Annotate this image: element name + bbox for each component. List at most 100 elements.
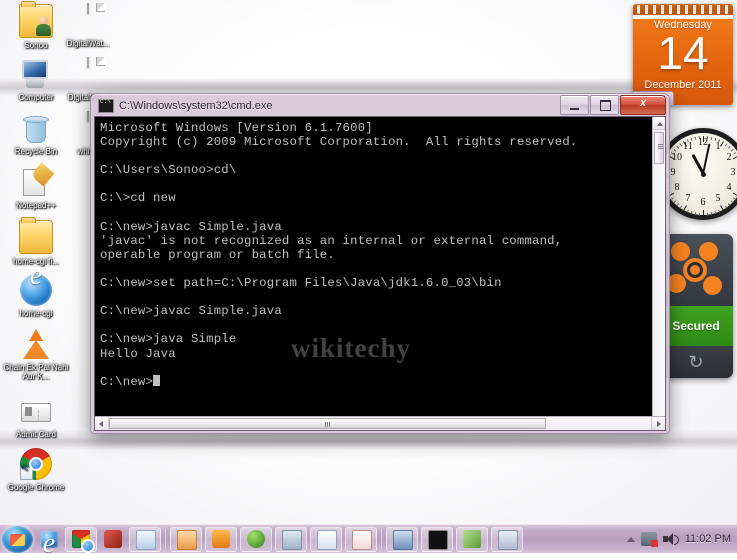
- taskbar-button-explorer[interactable]: [129, 526, 161, 552]
- taskbar-button-word-document[interactable]: [310, 526, 342, 552]
- start-button[interactable]: [2, 525, 33, 553]
- taskbar-separator: [165, 529, 167, 549]
- network-icon[interactable]: [640, 532, 658, 547]
- desktop-icon-home-cgi[interactable]: home-cgi: [3, 271, 69, 318]
- media-player-icon: [104, 530, 122, 548]
- taskbar[interactable]: 11:02 PM: [0, 524, 737, 560]
- scroll-up-arrow-icon[interactable]: [653, 117, 665, 130]
- browser-window-icon: [463, 530, 481, 548]
- computer-icon: [20, 58, 52, 90]
- taskbar-button-media-player[interactable]: [205, 526, 237, 552]
- cmd-title-bar[interactable]: C:\Windows\system32\cmd.exe x: [93, 95, 667, 116]
- window-controls: x: [559, 95, 666, 115]
- clock-tick: [730, 200, 734, 204]
- taskbar-separator: [381, 529, 383, 549]
- desktop-icon-digitalwat-1[interactable]: DigitalWat...: [55, 3, 121, 48]
- calendar-gadget[interactable]: Wednesday 14 December 2011 x: [633, 4, 733, 105]
- clock-tick: [694, 212, 697, 216]
- document-icon: [72, 57, 104, 90]
- card-document-icon: [20, 395, 52, 427]
- taskbar-button-remote-desktop[interactable]: [386, 526, 418, 552]
- google-chrome-icon: [20, 448, 52, 480]
- volume-icon[interactable]: [662, 532, 679, 546]
- word-document-icon: [317, 530, 337, 550]
- cmd-window-title: C:\Windows\system32\cmd.exe: [119, 100, 273, 112]
- vertical-scrollbar[interactable]: [652, 117, 665, 430]
- taskbar-quicklaunch-media[interactable]: [100, 527, 126, 552]
- clock-tick: [679, 205, 683, 209]
- clock-center-pin: [700, 171, 706, 177]
- taskbar-quicklaunch-internet-explorer[interactable]: [36, 527, 62, 560]
- windows-logo-icon: [10, 533, 25, 546]
- desktop-icon-vlc-song[interactable]: Chain Ek Pal Nahi Aur K...: [3, 328, 69, 381]
- clock-tick: [698, 212, 701, 216]
- clock-numeral: 10: [672, 152, 683, 163]
- desktop-icon-label: Chain Ek Pal Nahi Aur K...: [3, 363, 69, 381]
- notepad-plus-plus-icon: [20, 166, 52, 198]
- taskbar-clock[interactable]: 11:02 PM: [685, 533, 731, 545]
- clock-tick: [714, 211, 717, 215]
- clock-tick: [690, 211, 693, 215]
- windows-explorer-icon: [136, 530, 156, 550]
- clock-tick: [673, 200, 677, 204]
- taskbar-button-image-viewer[interactable]: [491, 526, 523, 552]
- photo-viewer-icon: [282, 530, 302, 550]
- clock-numeral: 2: [726, 152, 732, 163]
- calendar-rings: [633, 4, 733, 15]
- clock-tick: [732, 192, 737, 197]
- image-viewer-icon: [498, 530, 518, 550]
- media-player-icon: [212, 530, 230, 548]
- document-icon: [72, 3, 104, 36]
- internet-explorer-icon: [20, 271, 52, 306]
- maximize-button[interactable]: [590, 95, 619, 115]
- desktop-icon-label: DigitalWat...: [66, 39, 110, 48]
- taskbar-button-google-chrome[interactable]: [65, 526, 97, 553]
- clock-numeral: 6: [700, 197, 706, 208]
- clock-tick: [720, 205, 724, 211]
- taskbar-button-cmd[interactable]: [421, 526, 453, 552]
- taskbar-button-paint[interactable]: [240, 526, 272, 552]
- avast-refresh-icon[interactable]: ↻: [659, 346, 733, 378]
- cmd-window[interactable]: C:\Windows\system32\cmd.exe x Microsoft …: [90, 93, 670, 434]
- scroll-right-arrow-icon[interactable]: [651, 417, 665, 430]
- clock-tick: [676, 203, 680, 207]
- clock-numeral: 11: [683, 141, 693, 153]
- horizontal-scroll-thumb[interactable]: [109, 418, 546, 429]
- taskbar-button-excel-document[interactable]: [345, 526, 377, 552]
- cmd-console-icon: [428, 530, 448, 550]
- horizontal-scrollbar[interactable]: [95, 416, 665, 430]
- clock-minute-hand: [702, 143, 711, 175]
- clock-numeral: 8: [674, 182, 680, 193]
- desktop-icon-label: Admit Card: [15, 430, 56, 439]
- vertical-scroll-thumb[interactable]: [654, 132, 664, 164]
- desktop-icon-label: home-cgi: [19, 309, 53, 318]
- taskbar-button-folder-window[interactable]: [170, 526, 202, 552]
- clock-tick: [676, 145, 680, 149]
- taskbar-button-browser-window[interactable]: [456, 526, 488, 552]
- scroll-left-arrow-icon[interactable]: [95, 417, 109, 430]
- avast-antivirus-gadget[interactable]: Secured ↻: [659, 234, 733, 378]
- avast-status-text: Secured: [659, 306, 733, 346]
- avast-logo-icon: [659, 234, 733, 306]
- folder-window-icon: [177, 530, 197, 550]
- clock-tick: [710, 212, 713, 216]
- clock-tick: [683, 205, 687, 211]
- clock-tick: [670, 197, 674, 200]
- clock-tick: [686, 209, 689, 213]
- minimize-button[interactable]: [560, 95, 589, 115]
- desktop-icon-admit-card[interactable]: Admit Card: [3, 395, 69, 439]
- taskbar-button-photo-viewer[interactable]: [275, 526, 307, 552]
- cmd-client-area: Microsoft Windows [Version 6.1.7600] Cop…: [94, 116, 666, 431]
- excel-document-icon: [352, 530, 372, 550]
- close-button[interactable]: x: [620, 95, 666, 115]
- desktop-icon-google-chrome[interactable]: Google Chrome: [3, 448, 69, 492]
- console-cursor: [153, 374, 161, 386]
- console-output[interactable]: Microsoft Windows [Version 6.1.7600] Cop…: [95, 117, 652, 430]
- remote-desktop-icon: [393, 530, 413, 550]
- system-tray: 11:02 PM: [626, 532, 737, 547]
- internet-explorer-icon: [40, 528, 58, 560]
- calendar-month-year: December 2011: [644, 79, 722, 91]
- desktop-icon-notepad-plus-plus[interactable]: Notepad++: [3, 166, 69, 210]
- clock-tick: [706, 212, 709, 216]
- show-hidden-icons-arrow[interactable]: [626, 536, 635, 542]
